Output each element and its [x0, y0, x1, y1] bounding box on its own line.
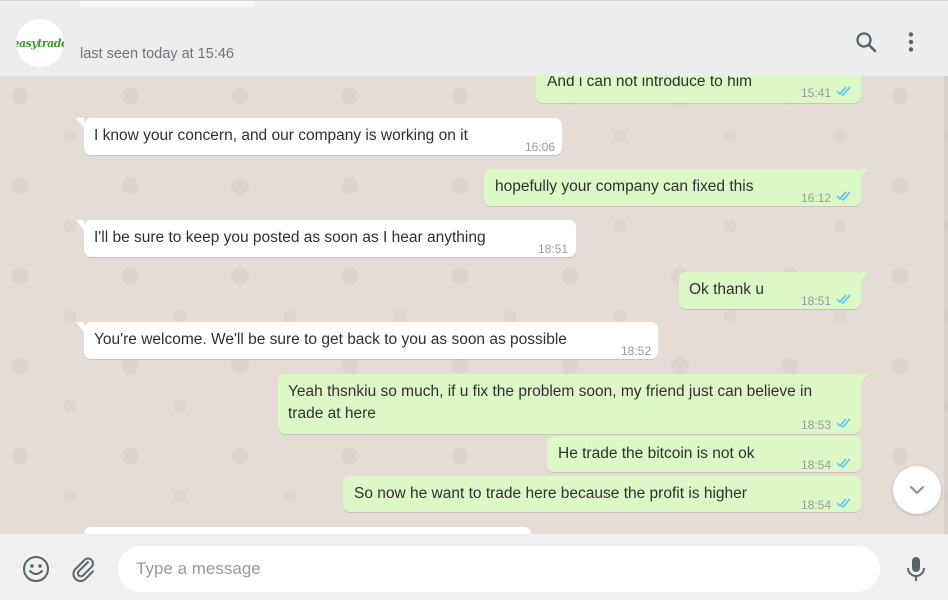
message-outgoing[interactable]: He trade the bitcoin is not ok 18:54 — [547, 436, 861, 472]
message-text: You're welcome. We'll be sure to get bac… — [94, 331, 567, 348]
message-outgoing[interactable]: Yeah thsnkiu so much, if u fix the probl… — [278, 374, 861, 434]
message-time: 16:12 — [801, 191, 832, 205]
contact-avatar[interactable]: easytrade — [16, 19, 64, 67]
message-text: hopefully your company can fixed this — [495, 178, 754, 195]
message-outgoing[interactable]: And i can not introduce to him 15:41 — [536, 76, 861, 103]
message-time: 16:06 — [525, 140, 556, 154]
message-time: 18:53 — [801, 418, 832, 432]
bubble-tail — [860, 272, 868, 282]
message-incoming[interactable]: I know your concern, and our company is … — [84, 118, 562, 155]
read-receipt-icon — [836, 191, 851, 201]
menu-dots-icon[interactable] — [898, 29, 924, 55]
message-text: Ok thank u — [689, 281, 764, 298]
read-receipt-icon — [836, 294, 851, 304]
message-text: I'll be sure to keep you posted as soon … — [94, 229, 486, 246]
message-outgoing[interactable]: Ok thank u 18:51 — [679, 272, 861, 309]
last-seen-status: last seen today at 15:46 — [80, 46, 234, 62]
message-time: 18:51 — [801, 294, 832, 308]
bubble-tail — [860, 169, 868, 179]
message-outgoing[interactable]: hopefully your company can fixed this 16… — [484, 169, 861, 206]
message-time: 15:41 — [801, 86, 832, 100]
message-time: 18:54 — [801, 498, 832, 512]
bubble-tail — [860, 374, 868, 384]
header-accent — [80, 1, 255, 7]
attach-icon[interactable] — [68, 554, 98, 584]
message-outgoing[interactable]: So now he want to trade here because the… — [343, 476, 861, 512]
message-composer — [0, 534, 948, 600]
read-receipt-icon — [836, 86, 851, 96]
chat-scrollbar[interactable] — [944, 76, 948, 534]
message-text: Yeah thsnkiu so much, if u fix the probl… — [288, 383, 813, 422]
scroll-down-button[interactable] — [893, 466, 941, 514]
bubble-tail — [76, 220, 84, 230]
message-time: 18:51 — [538, 242, 569, 256]
message-incoming[interactable]: I'll be sure to keep you posted as soon … — [84, 220, 576, 257]
microphone-icon[interactable] — [901, 554, 931, 584]
search-icon[interactable] — [853, 29, 879, 55]
message-incoming-partial[interactable] — [84, 527, 531, 534]
emoji-icon[interactable] — [21, 554, 51, 584]
read-receipt-icon — [836, 418, 851, 428]
message-text: And i can not introduce to him — [547, 76, 753, 90]
message-text: So now he want to trade here because the… — [354, 485, 747, 502]
message-list[interactable]: And i can not introduce to him 15:41 I k… — [0, 76, 948, 534]
chat-header: easytrade last seen today at 15:46 — [0, 0, 948, 76]
message-input[interactable] — [118, 546, 880, 592]
message-time: 18:54 — [801, 458, 832, 472]
message-text: He trade the bitcoin is not ok — [558, 445, 755, 462]
read-receipt-icon — [836, 458, 851, 468]
message-incoming[interactable]: You're welcome. We'll be sure to get bac… — [84, 322, 658, 359]
message-text: I know your concern, and our company is … — [94, 127, 468, 144]
chevron-down-icon — [909, 485, 925, 495]
message-time: 18:52 — [621, 344, 652, 358]
bubble-tail — [76, 322, 84, 332]
read-receipt-icon — [836, 498, 851, 508]
bubble-tail — [76, 118, 84, 128]
easytrade-logo: easytrade — [16, 36, 64, 50]
